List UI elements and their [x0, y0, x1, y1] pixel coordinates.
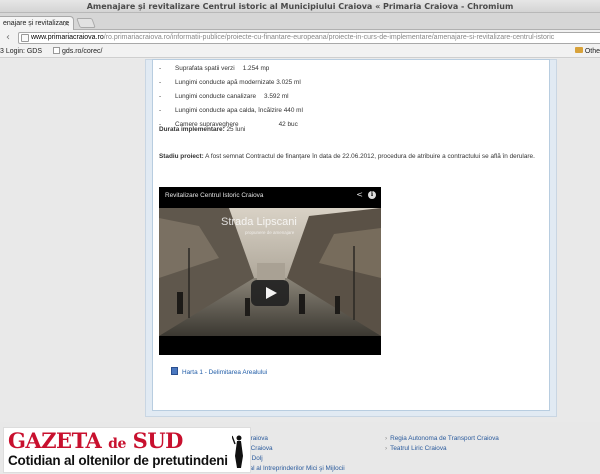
- article-content: - Suprafata spatii verzi 1.254 mp - Lungimi…: [152, 59, 550, 411]
- bookmark-login[interactable]: 3 Login: GDS: [0, 46, 42, 58]
- status-label: Stadiu proiect:: [159, 153, 204, 160]
- duration-label: Durata implementare:: [159, 126, 225, 133]
- watermark-tagline: Cotidian al oltenilor de pretutindeni: [8, 453, 228, 468]
- list-item-value: 1.254 mp: [242, 65, 270, 72]
- list-item-label: Suprafata spatii verzi: [175, 65, 235, 72]
- chevron-right-icon: ›: [385, 445, 388, 452]
- watermark-brand-end: SUD: [132, 428, 184, 453]
- share-icon[interactable]: <: [356, 190, 363, 200]
- address-path: /ro.primariacraiova.ro/informatii-public…: [103, 34, 555, 41]
- map-document-link[interactable]: Harta 1 - Delimitarea Arealului: [171, 367, 267, 378]
- page-icon: [53, 47, 60, 54]
- footer-link[interactable]: › Regia Autonoma de Transport Craiova: [385, 434, 499, 444]
- project-status: Stadiu proiect: A fost semnat Contractul…: [159, 151, 544, 162]
- video-overlay-title: Strada Lipscani: [221, 216, 297, 228]
- list-item-label: Lungimi conducte apa calda, încălzire 44…: [175, 107, 303, 114]
- title-bar: Amenajare și revitalizare Centrul istori…: [0, 0, 600, 13]
- statue-icon: [232, 435, 243, 468]
- tab-active[interactable]: enajare și revitalizare ×: [0, 16, 74, 30]
- toolbar: ‹ www.primariacraiova.ro/ro.primariacrai…: [0, 30, 600, 46]
- tab-label: enajare și revitalizare: [3, 20, 70, 27]
- status-text: A fost semnat Contractul de finanțare în…: [203, 153, 535, 160]
- video-title[interactable]: Revitalizare Centrul Istoric Craiova: [165, 191, 263, 201]
- list-item-label: Lungimi conducte apă modernizate 3.025 m…: [175, 79, 301, 86]
- bookmark-other[interactable]: Othe: [574, 46, 600, 58]
- map-document-link-label: Harta 1 - Delimitarea Arealului: [182, 369, 268, 376]
- play-button-icon[interactable]: [251, 280, 289, 306]
- new-tab-button[interactable]: [76, 18, 96, 28]
- page-viewport: - Suprafata spatii verzi 1.254 mp - Lungimi…: [0, 59, 600, 474]
- info-icon[interactable]: i: [368, 191, 376, 199]
- list-item: - Suprafata spatii verzi 1.254 mp: [159, 65, 270, 72]
- watermark-brand-de: de: [108, 436, 126, 452]
- tab-strip: enajare și revitalizare ×: [0, 13, 600, 30]
- video-thumbnail[interactable]: Strada Lipscani propunere de amenajare: [159, 208, 381, 336]
- watermark-brand-word: GAZETA: [8, 428, 102, 453]
- address-host: www.primariacraiova.ro: [31, 34, 104, 41]
- back-arrow-icon[interactable]: ‹: [2, 32, 14, 44]
- bookmarks-bar: 3 Login: GDS gds.ro/corec/ Othe: [0, 46, 600, 58]
- bookmark-gds-label: gds.ro/corec/: [62, 48, 103, 55]
- document-icon: [171, 367, 178, 375]
- video-overlay-subtitle: propunere de amenajare: [245, 230, 295, 235]
- list-item: - Lungimi conducte apa calda, încălzire 4…: [159, 107, 303, 114]
- chevron-right-icon: ›: [385, 435, 388, 442]
- list-item-value: 3.592 ml: [264, 93, 289, 100]
- footer-link[interactable]: › Teatrul Liric Craiova: [385, 444, 447, 454]
- address-bar[interactable]: www.primariacraiova.ro/ro.primariacraiov…: [18, 32, 600, 44]
- list-item-value: 42 buc: [278, 121, 298, 128]
- browser-window: Amenajare și revitalizare Centrul istori…: [0, 0, 600, 474]
- window-title: Amenajare și revitalizare Centrul istori…: [86, 2, 514, 11]
- footer-link-label: Teatrul Liric Craiova: [390, 445, 447, 452]
- footer-link-label: Regia Autonoma de Transport Craiova: [390, 435, 499, 442]
- bookmark-gds-corec[interactable]: gds.ro/corec/: [53, 46, 102, 58]
- duration-value: 25 luni: [224, 126, 246, 133]
- duration-line: Durata implementare: 25 luni: [159, 125, 245, 135]
- folder-icon: [574, 47, 583, 53]
- list-item: - Lungimi conducte canalizare 3.592 ml: [159, 93, 289, 100]
- list-item: - Lungimi conducte apă modernizate 3.025 …: [159, 79, 301, 86]
- tab-close-icon[interactable]: ×: [63, 17, 70, 31]
- youtube-video-embed[interactable]: Revitalizare Centrul Istoric Craiova < i: [159, 187, 381, 355]
- page-icon: [21, 34, 29, 42]
- bookmark-other-label: Othe: [584, 48, 600, 55]
- gazeta-de-sud-watermark: GAZETA de SUD Cotidian al oltenilor de p…: [3, 427, 251, 473]
- list-item-label: Lungimi conducte canalizare: [175, 93, 256, 100]
- video-control-bar: [159, 336, 381, 355]
- bookmark-login-label: 3 Login: GDS: [0, 48, 43, 55]
- indicator-list: - Suprafata spatii verzi 1.254 mp - Lungimi…: [159, 62, 303, 132]
